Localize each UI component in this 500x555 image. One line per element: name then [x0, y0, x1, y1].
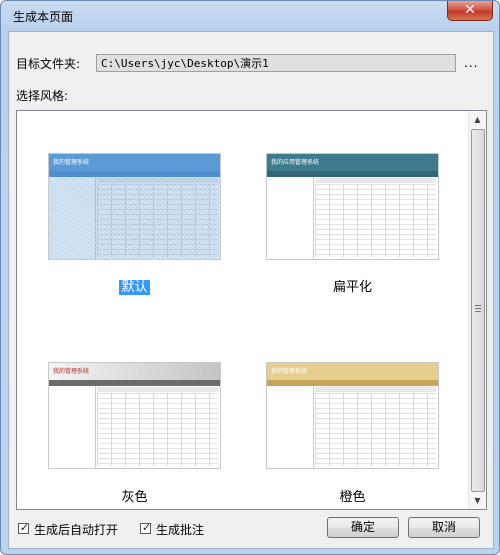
style-caption-flat: 扁平化: [332, 280, 372, 295]
window-title: 生成本页面: [13, 10, 74, 24]
selection-overlay: [49, 177, 220, 259]
close-button[interactable]: ✕: [447, 1, 493, 21]
ok-button[interactable]: 确定: [327, 517, 399, 538]
cancel-button[interactable]: 取消: [408, 517, 480, 538]
auto-open-label: 生成后自动打开: [34, 523, 119, 537]
title-bar[interactable]: 生成本页面 ✕: [1, 1, 499, 31]
scroll-up-arrow-icon[interactable]: ▲: [469, 111, 486, 128]
style-thumbnail-flat[interactable]: 我的应用管理系统: [266, 153, 439, 260]
style-thumbnail-orange[interactable]: 我的管理系统: [266, 362, 439, 469]
auto-open-checkbox[interactable]: ✓: [18, 521, 30, 534]
close-icon: ✕: [464, 2, 476, 18]
style-section-label: 选择风格:: [16, 89, 69, 103]
scrollbar-thumb[interactable]: [471, 129, 485, 492]
vertical-scrollbar[interactable]: ▲ ▼: [468, 111, 486, 509]
thumbnail-header: 我的管理系统: [267, 363, 438, 380]
thumbnail-header: 我的应用管理系统: [267, 154, 438, 171]
thumbnail-header: 我的管理系统: [49, 154, 220, 171]
style-caption-gray: 灰色: [121, 490, 148, 505]
style-thumbnail-default[interactable]: 我的管理系统: [48, 153, 221, 260]
target-folder-label: 目标文件夹:: [16, 57, 81, 71]
annotate-label: 生成批注: [156, 523, 205, 537]
scroll-down-arrow-icon[interactable]: ▼: [469, 492, 486, 509]
style-caption-default: 默认: [119, 280, 150, 295]
target-folder-field[interactable]: C:\Users\jyc\Desktop\演示1: [96, 54, 456, 72]
dialog-window: 生成本页面 ✕ 目标文件夹: C:\Users\jyc\Desktop\演示1 …: [0, 0, 500, 555]
check-icon: ✓: [141, 521, 152, 534]
thumbnail-header: 我的管理系统: [49, 363, 220, 380]
browse-button[interactable]: ...: [464, 56, 478, 70]
style-list[interactable]: 我的管理系统 默认 我的应用管理系统 扁平化 我的管理系统 灰色 我的管理系统 …: [16, 110, 487, 510]
check-icon: ✓: [19, 521, 30, 534]
grip-icon: [475, 305, 481, 313]
annotate-checkbox[interactable]: ✓: [140, 521, 152, 534]
dialog-body: 目标文件夹: C:\Users\jyc\Desktop\演示1 ... 选择风格…: [8, 31, 494, 549]
style-caption-orange: 橙色: [339, 490, 366, 505]
style-thumbnail-gray[interactable]: 我的管理系统: [48, 362, 221, 469]
